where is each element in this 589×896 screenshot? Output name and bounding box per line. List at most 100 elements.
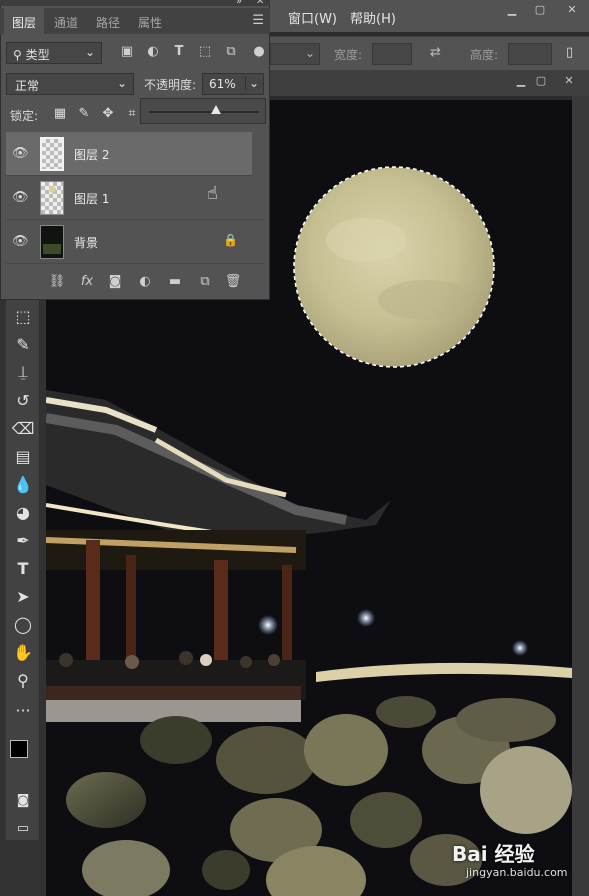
layer-thumbnail <box>40 137 64 171</box>
brush-icon[interactable]: ✎ <box>11 332 35 356</box>
layer-filter-row: ⚲ 类型 ⌄ ▣ ◐ T ⬚ ⧉ ● <box>6 40 265 66</box>
dodge-icon[interactable]: ◕ <box>11 500 35 524</box>
eraser-icon[interactable]: ⌫ <box>11 416 35 440</box>
opacity-slider-thumb[interactable] <box>211 105 222 114</box>
panel-close-icon[interactable]: ✕ <box>256 0 264 7</box>
filter-type-icon[interactable]: T <box>170 44 188 62</box>
trash-icon[interactable]: 🗑 <box>224 274 242 292</box>
tab-layers[interactable]: 图层 <box>12 14 36 31</box>
moon-selection[interactable] <box>293 166 495 368</box>
height-input[interactable] <box>508 43 552 65</box>
collapse-icon[interactable]: » <box>236 0 242 7</box>
tools-panel: ⬚ ✎ ⍊ ↺ ⌫ ▤ 💧 ◕ ✒ T ➤ ◯ ✋ ⚲ ··· ◙ ▭ <box>6 300 40 840</box>
filter-shape-icon[interactable]: ⬚ <box>196 44 214 62</box>
blend-mode-value: 正常 <box>15 79 40 93</box>
filter-adjustment-icon[interactable]: ◐ <box>144 44 162 62</box>
hand-icon[interactable]: ✋ <box>11 640 35 664</box>
doc-minimize-icon[interactable]: ▁ <box>510 74 532 90</box>
layers-footer: ⛓ fx ◙ ◐ ▬ ⧉ 🗑 <box>6 270 264 296</box>
pen-icon[interactable]: ✒ <box>11 528 35 552</box>
blur-icon[interactable]: 💧 <box>11 472 35 496</box>
stamp-icon[interactable]: ⍊ <box>11 360 35 384</box>
fx-icon[interactable]: fx <box>78 274 96 292</box>
menu-window[interactable]: 窗口(W) <box>288 8 337 27</box>
opacity-slider-track[interactable] <box>149 111 259 113</box>
lock-position-icon[interactable]: ✥ <box>100 106 116 122</box>
width-input[interactable] <box>372 43 412 65</box>
history-brush-icon[interactable]: ↺ <box>11 388 35 412</box>
eye-icon[interactable]: 👁 <box>12 146 30 161</box>
options-bar: ⌄ 宽度: ⇄ 高度: ▯ <box>268 36 589 70</box>
chevron-down-icon: ⌄ <box>304 46 315 60</box>
height-label: 高度: <box>470 48 499 62</box>
minimize-icon[interactable]: ▁ <box>498 0 526 18</box>
tab-paths[interactable]: 路径 <box>96 14 120 31</box>
eye-icon[interactable]: 👁 <box>12 190 30 205</box>
opacity-input[interactable]: 61% ⌄ <box>202 73 264 95</box>
doc-maximize-icon[interactable]: ▢ <box>530 74 552 90</box>
folder-icon[interactable]: ▬ <box>166 274 184 292</box>
doc-close-icon[interactable]: ✕ <box>558 74 580 90</box>
panel-tabs: 图层 通道 路径 属性 ☰ <box>0 8 270 34</box>
panel-menu-icon[interactable]: ☰ <box>252 13 264 28</box>
eye-icon[interactable]: 👁 <box>12 234 30 249</box>
foreground-color-swatch[interactable] <box>10 740 28 758</box>
path-select-icon[interactable]: ➤ <box>11 584 35 608</box>
lock-transparent-icon[interactable]: ▦ <box>52 106 68 122</box>
filter-toggle-icon[interactable]: ● <box>250 44 268 62</box>
mask-icon[interactable]: ◙ <box>106 274 124 292</box>
hand-cursor-icon: ☝ <box>207 183 218 204</box>
zoom-icon[interactable]: ⚲ <box>11 668 35 692</box>
menu-bar: 窗口(W) 帮助(H) ▁ ▢ ✕ <box>268 0 589 32</box>
chevron-down-icon: ⌄ <box>84 45 95 59</box>
blend-row: 正常 ⌄ 不透明度: 61% ⌄ <box>6 72 264 98</box>
layer-name: 图层 2 <box>74 148 110 162</box>
adjustment-icon[interactable]: ◐ <box>136 274 154 292</box>
layer-thumbnail <box>40 225 64 259</box>
tab-channels[interactable]: 通道 <box>54 14 78 31</box>
refine-icon[interactable]: ▯ <box>566 45 573 60</box>
swap-icon[interactable]: ⇄ <box>430 45 441 60</box>
filter-smart-object-icon[interactable]: ⧉ <box>222 44 240 62</box>
tab-properties[interactable]: 属性 <box>138 14 162 31</box>
lock-artboard-icon[interactable]: ⌗ <box>124 106 140 122</box>
layer-row[interactable]: 👁 背景 🔒 <box>6 220 264 264</box>
marquee-icon[interactable]: ⬚ <box>11 304 35 328</box>
watermark-brand: Bai 经验 <box>452 842 535 866</box>
document-tabbar: ▁ ▢ ✕ <box>268 70 589 96</box>
filter-kind-select[interactable]: ⚲ 类型 ⌄ <box>6 42 102 64</box>
new-layer-icon[interactable]: ⧉ <box>196 274 214 292</box>
maximize-icon[interactable]: ▢ <box>526 0 554 18</box>
blend-mode-select[interactable]: 正常 ⌄ <box>6 73 134 95</box>
menu-help[interactable]: 帮助(H) <box>350 8 396 27</box>
chevron-down-icon: ⌄ <box>116 76 127 90</box>
layer-name: 背景 <box>74 236 99 250</box>
width-label: 宽度: <box>334 48 363 62</box>
filter-pixel-icon[interactable]: ▣ <box>118 44 136 62</box>
opacity-label: 不透明度: <box>144 78 197 92</box>
ellipse-icon[interactable]: ◯ <box>11 612 35 636</box>
layer-name: 图层 1 <box>74 192 110 206</box>
layers-list: 👁 图层 2 👁 图层 1 👁 背景 🔒 <box>6 132 264 268</box>
quick-mask-icon[interactable]: ◙ <box>11 788 35 812</box>
more-icon[interactable]: ··· <box>11 698 35 722</box>
style-select[interactable]: ⌄ <box>270 43 320 65</box>
scroll-gutter <box>572 96 589 896</box>
close-icon[interactable]: ✕ <box>558 0 586 18</box>
panel-header-strip: » ✕ <box>0 0 270 7</box>
gradient-icon[interactable]: ▤ <box>11 444 35 468</box>
chevron-down-icon[interactable]: ⌄ <box>244 76 259 90</box>
watermark-url: jingyan.baidu.com <box>466 866 568 879</box>
type-icon[interactable]: T <box>11 556 35 580</box>
opacity-slider-popup[interactable] <box>140 98 266 124</box>
lock-icon[interactable]: 🔒 <box>223 233 238 247</box>
opacity-value: 61% <box>209 77 236 91</box>
link-icon[interactable]: ⛓ <box>48 274 66 292</box>
lock-image-icon[interactable]: ✎ <box>76 106 92 122</box>
screen-mode-icon[interactable]: ▭ <box>11 816 35 840</box>
lock-label: 锁定: <box>10 109 39 123</box>
layer-row[interactable]: 👁 图层 1 <box>6 176 264 220</box>
search-icon: ⚲ <box>13 48 26 62</box>
layer-row[interactable]: 👁 图层 2 <box>6 132 252 176</box>
layer-thumbnail <box>40 181 64 215</box>
